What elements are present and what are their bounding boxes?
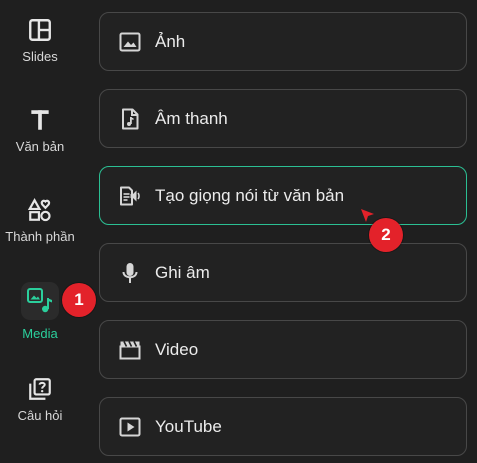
step-2-badge: 2 xyxy=(369,218,403,252)
image-icon xyxy=(119,32,141,52)
sidebar-item-slides[interactable]: Slides xyxy=(0,17,80,64)
option-record[interactable]: Ghi âm xyxy=(99,243,467,302)
step-1-badge: 1 xyxy=(62,283,96,317)
option-label: Ghi âm xyxy=(155,262,210,282)
option-audio[interactable]: Âm thanh xyxy=(99,89,467,148)
sidebar-item-label: Câu hỏi xyxy=(17,408,63,423)
sidebar-item-label: Văn bản xyxy=(15,139,65,154)
option-video[interactable]: Video xyxy=(99,320,467,379)
video-clapper-icon xyxy=(119,341,141,360)
slides-layout-icon xyxy=(29,19,51,41)
shapes-icon xyxy=(27,198,51,222)
option-label: Ảnh xyxy=(155,31,186,51)
sidebar: Slides Văn bản Thành phần Media Câu hỏi xyxy=(0,0,80,463)
option-label: Tạo giọng nói từ văn bản xyxy=(155,185,345,205)
sidebar-item-label: Thành phần xyxy=(5,229,75,244)
option-label: YouTube xyxy=(155,416,222,436)
sidebar-item-label: Media xyxy=(22,326,58,341)
sidebar-item-elements[interactable]: Thành phần xyxy=(0,197,80,244)
sidebar-item-questions[interactable]: Câu hỏi xyxy=(0,376,80,423)
question-cards-icon xyxy=(29,378,51,400)
sidebar-item-text[interactable]: Văn bản xyxy=(0,107,80,154)
media-tile xyxy=(21,282,59,320)
media-image-music-icon xyxy=(27,288,52,313)
option-image[interactable]: Ảnh xyxy=(99,12,467,71)
option-text-to-speech[interactable]: Tạo giọng nói từ văn bản xyxy=(99,166,467,225)
text-t-icon xyxy=(31,110,49,130)
option-label: Video xyxy=(155,339,199,359)
microphone-icon xyxy=(122,263,138,283)
audio-file-icon xyxy=(122,108,139,130)
option-label: Âm thanh xyxy=(155,108,228,128)
text-to-speech-icon xyxy=(120,186,140,206)
youtube-play-icon xyxy=(119,417,141,437)
sidebar-item-label: Slides xyxy=(22,49,58,64)
option-youtube[interactable]: YouTube xyxy=(99,397,467,456)
